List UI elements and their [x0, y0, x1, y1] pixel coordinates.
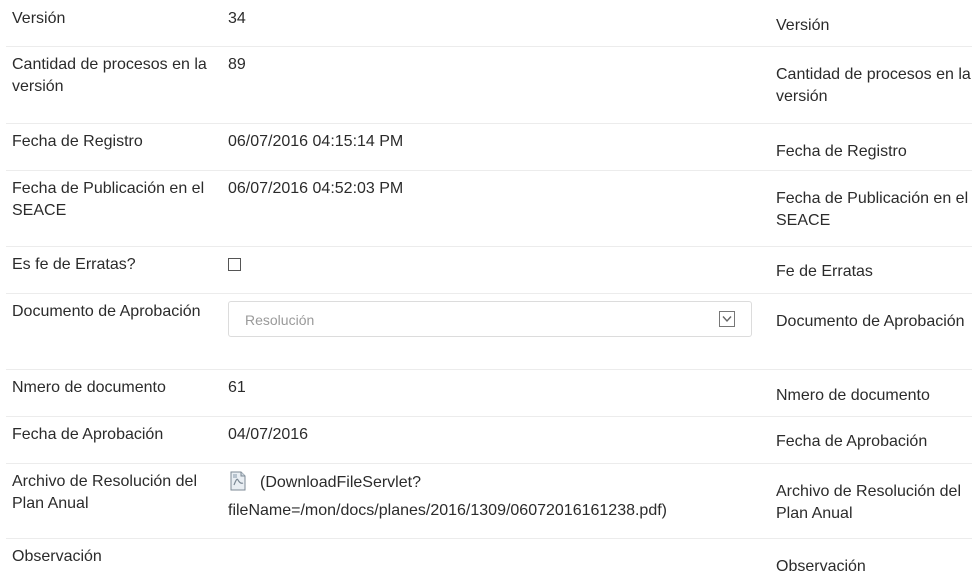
archivo-label: Archivo de Resolución del Plan Anual: [12, 473, 197, 512]
archivo-download-link[interactable]: (DownloadFileServlet? fileName=/mon/docs…: [228, 471, 768, 522]
numero-value: 61: [228, 379, 246, 396]
row-divider: [6, 246, 972, 247]
documento-select-value: Resolución: [245, 312, 315, 328]
right-erratas-label: Fe de Erratas: [776, 263, 873, 280]
version-value: 34: [228, 10, 246, 27]
archivo-link-line2[interactable]: fileName=/mon/docs/planes/2016/1309/0607…: [228, 500, 768, 522]
erratas-checkbox[interactable]: [228, 258, 241, 271]
documento-select[interactable]: Resolución: [228, 301, 752, 337]
plan-version-detail: Versión 34 Versión Cantidad de procesos …: [0, 0, 978, 579]
right-documento-label: Documento de Aprobación: [776, 313, 965, 330]
publicacion-label: Fecha de Publicación en el SEACE: [12, 180, 205, 219]
erratas-label: Es fe de Erratas?: [12, 256, 136, 273]
row-divider: [6, 123, 972, 124]
observacion-label: Observación: [12, 548, 102, 565]
right-observacion-label: Observación: [776, 558, 866, 575]
row-divider: [6, 293, 972, 294]
right-numero-label: Nmero de documento: [776, 387, 930, 404]
right-archivo-label: Archivo de Resolución del Plan Anual: [776, 483, 961, 522]
version-label: Versión: [12, 10, 66, 27]
procesos-label: Cantidad de procesos en la versión: [12, 56, 207, 95]
aprobacion-value: 04/07/2016: [228, 426, 309, 443]
documento-label: Documento de Aprobación: [12, 303, 201, 320]
chevron-down-icon[interactable]: [719, 311, 735, 327]
row-divider: [6, 416, 972, 417]
archivo-link-line1[interactable]: (DownloadFileServlet?: [260, 474, 421, 491]
registro-value: 06/07/2016 04:15:14 PM: [228, 133, 404, 150]
numero-label: Nmero de documento: [12, 379, 166, 396]
row-divider: [6, 369, 972, 370]
row-divider: [6, 46, 972, 47]
right-registro-label: Fecha de Registro: [776, 143, 907, 160]
row-divider: [6, 538, 972, 539]
registro-label: Fecha de Registro: [12, 133, 143, 150]
right-version-label: Versión: [776, 17, 830, 34]
row-divider: [6, 170, 972, 171]
pdf-file-icon[interactable]: [228, 471, 248, 491]
erratas-checkbox-wrap: [228, 254, 753, 278]
procesos-value: 89: [228, 56, 246, 73]
right-procesos-label: Cantidad de procesos en la versión: [776, 66, 971, 105]
row-divider: [6, 463, 972, 464]
right-aprobacion-label: Fecha de Aprobación: [776, 433, 928, 450]
aprobacion-label: Fecha de Aprobación: [12, 426, 164, 443]
right-publicacion-label: Fecha de Publicación en el SEACE: [776, 190, 969, 229]
publicacion-value: 06/07/2016 04:52:03 PM: [228, 180, 404, 197]
